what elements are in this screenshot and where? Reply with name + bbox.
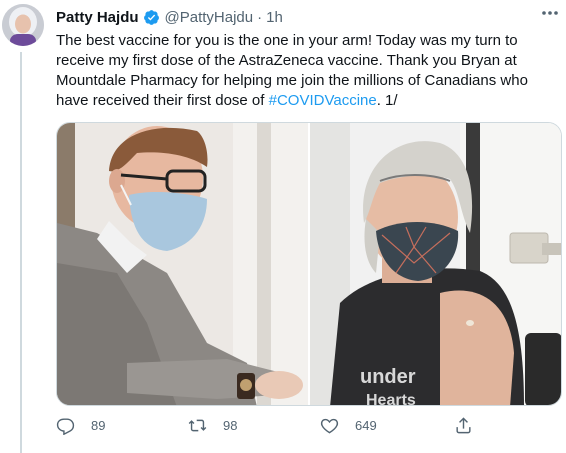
verified-badge-icon — [143, 9, 160, 26]
tweet-body-end: . 1/ — [376, 92, 398, 109]
svg-text:Hearts: Hearts — [366, 392, 416, 405]
hashtag-link[interactable]: #COVIDVaccine — [269, 92, 377, 109]
media-gallery: under Hearts — [56, 122, 562, 406]
author-name[interactable]: Patty Hajdu — [56, 9, 139, 26]
reply-icon — [56, 418, 75, 435]
photo-pharmacist[interactable] — [57, 123, 308, 405]
author-handle[interactable]: @PattyHajdu — [165, 9, 254, 26]
heart-icon — [320, 418, 339, 434]
like-count: 649 — [355, 418, 377, 433]
svg-text:under: under — [360, 366, 416, 388]
retweet-button[interactable]: 98 — [188, 416, 237, 435]
tweet-actions: 89 98 649 — [56, 416, 556, 442]
avatar[interactable] — [2, 4, 44, 46]
retweet-count: 98 — [223, 418, 238, 433]
retweet-icon — [188, 419, 207, 432]
tweet-header: Patty Hajdu @PattyHajdu · 1h — [56, 6, 556, 28]
separator-dot: · — [257, 8, 263, 26]
reply-count: 89 — [91, 418, 106, 433]
more-horizontal-icon[interactable] — [540, 6, 560, 20]
photo-recipient[interactable]: under Hearts — [310, 123, 561, 405]
like-button[interactable]: 649 — [320, 416, 377, 435]
share-icon — [456, 417, 471, 434]
thread-connector-line — [20, 52, 22, 453]
reply-button[interactable]: 89 — [56, 416, 105, 435]
share-button[interactable] — [454, 416, 489, 435]
timestamp[interactable]: 1h — [266, 9, 283, 26]
tweet: Patty Hajdu @PattyHajdu · 1h The best va… — [0, 0, 566, 453]
tweet-text: The best vaccine for you is the one in y… — [56, 31, 556, 111]
